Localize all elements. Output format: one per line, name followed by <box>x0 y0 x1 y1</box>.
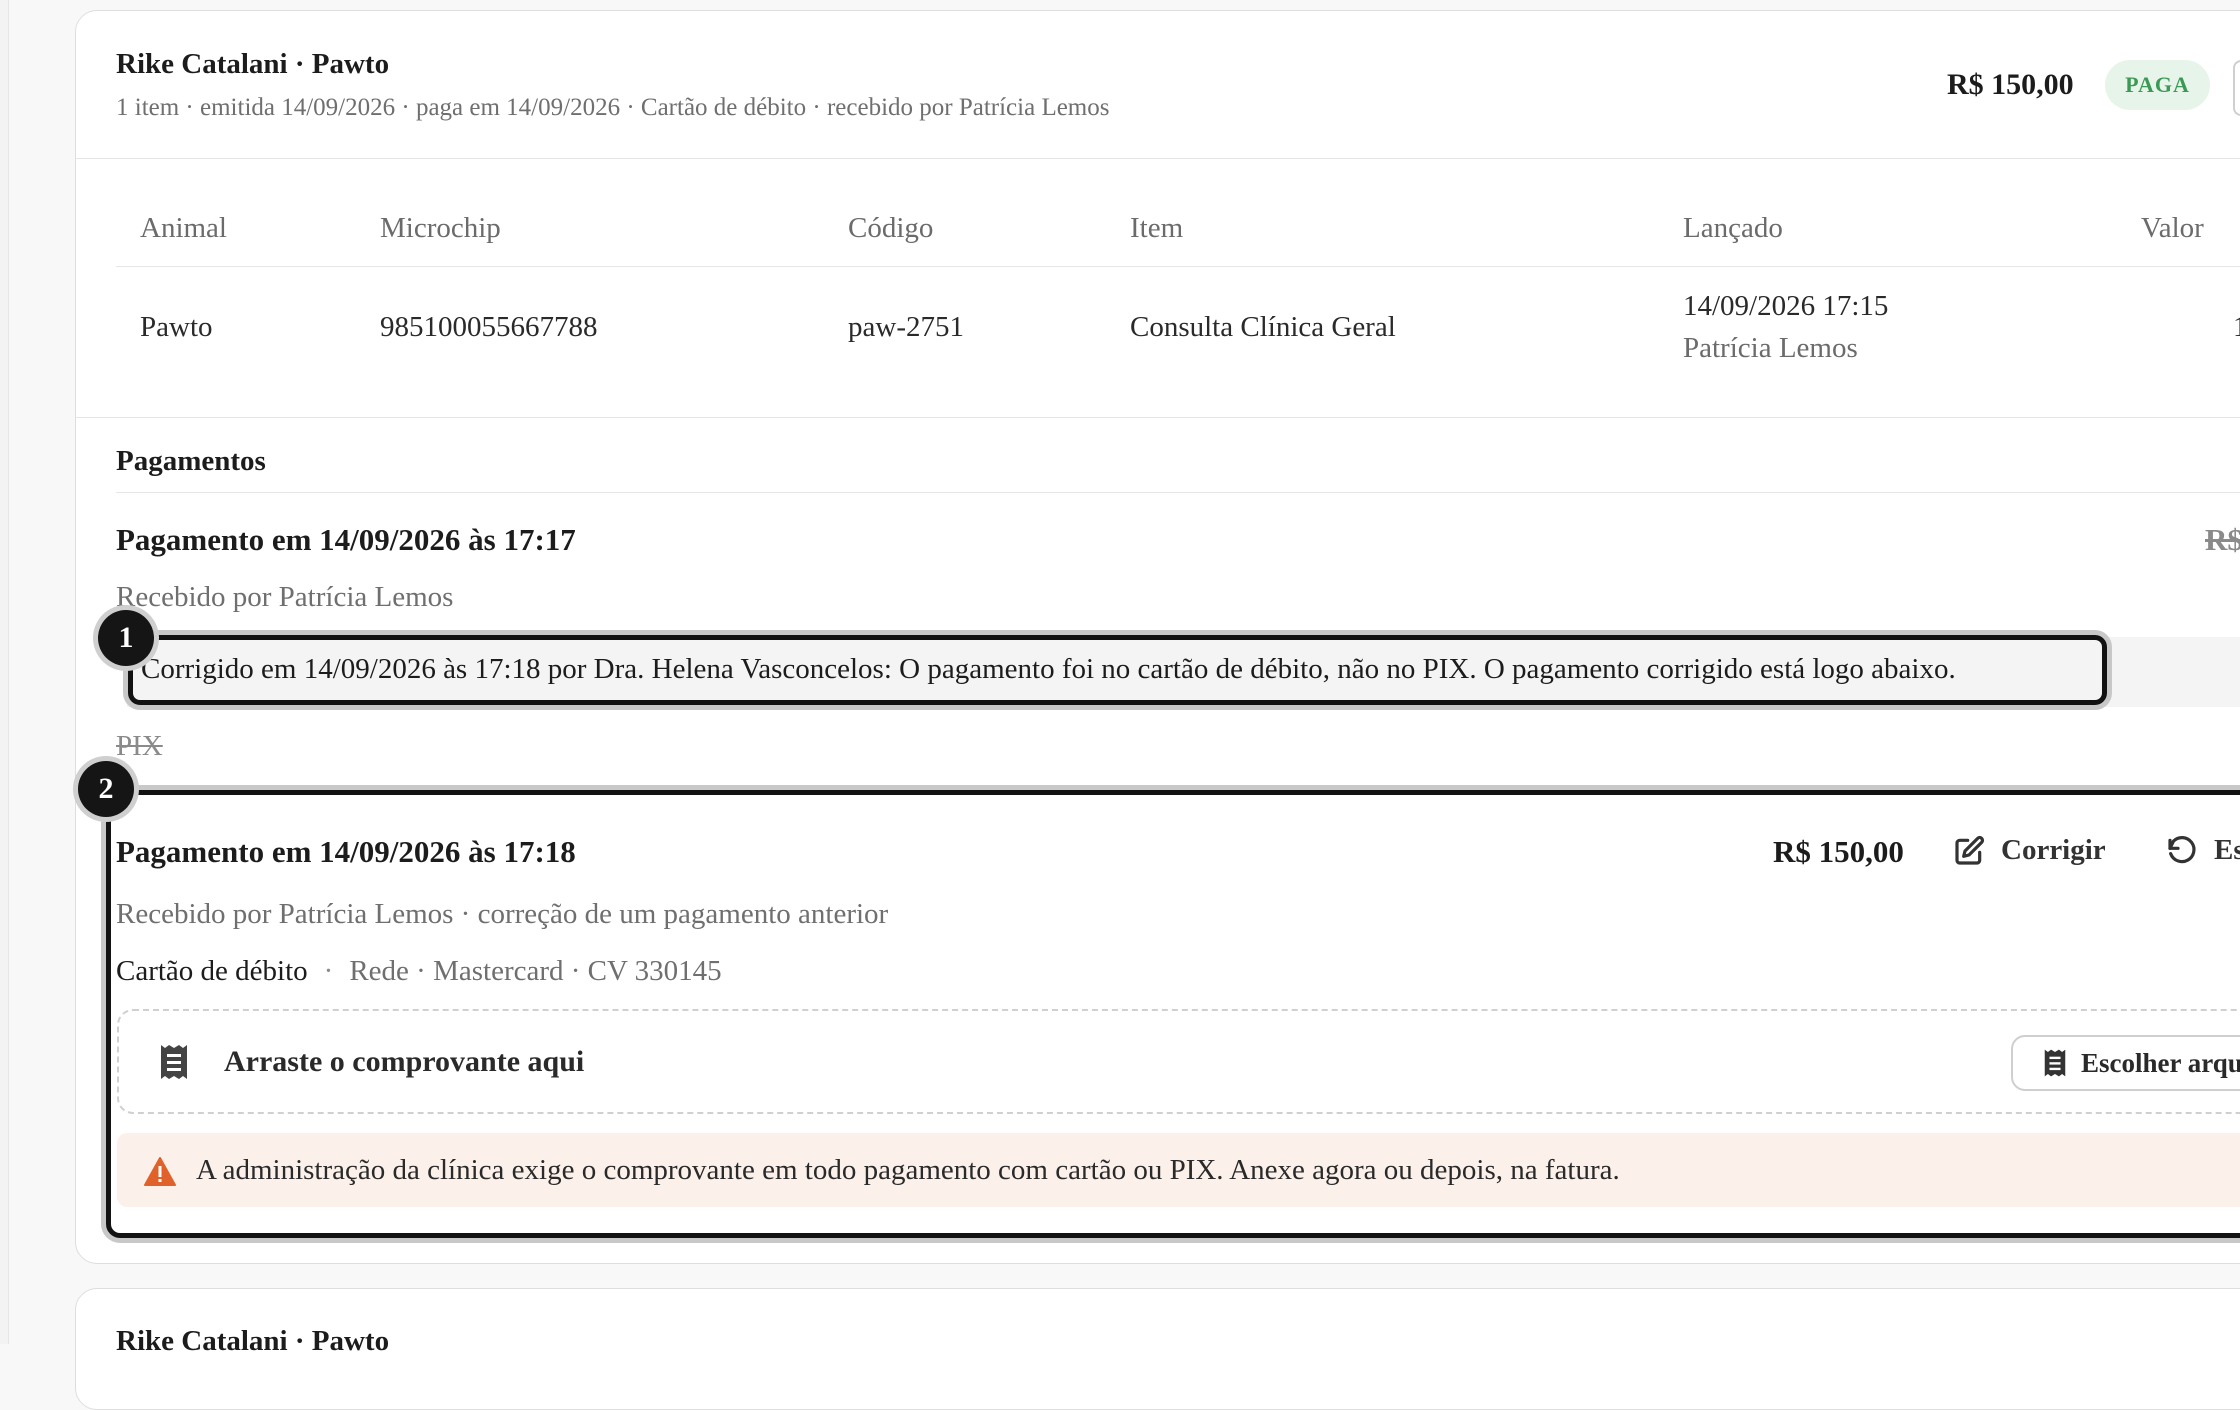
payments-title: Pagamentos <box>116 445 266 477</box>
highlight-marker-2: 2 <box>78 761 134 817</box>
cell-lancado-by: Patrícia Lemos <box>1683 332 1858 364</box>
col-header-codigo: Código <box>848 212 934 244</box>
cell-codigo: paw-2751 <box>848 311 964 343</box>
next-invoice-card <box>75 1288 2240 1410</box>
cell-valor: 1 <box>2233 311 2240 344</box>
cell-item: Consulta Clínica Geral <box>1130 311 1396 343</box>
original-payment-received-by: Recebido por Patrícia Lemos <box>116 581 454 613</box>
highlight-box-1 <box>128 635 2107 705</box>
invoice-title: Rike Catalani · Pawto <box>116 48 390 80</box>
highlight-marker-1: 1 <box>98 610 154 666</box>
col-header-valor: Valor <box>2141 212 2204 244</box>
col-header-animal: Animal <box>140 212 227 244</box>
highlight-box-2 <box>106 790 2240 1238</box>
cell-animal: Pawto <box>140 311 213 343</box>
cell-lancado-date: 14/09/2026 17:15 <box>1683 290 1889 322</box>
original-payment-method: PIX <box>116 730 163 762</box>
cell-microchip: 985100055667788 <box>380 311 598 343</box>
col-header-microchip: Microchip <box>380 212 501 244</box>
table-header-divider <box>116 266 2240 267</box>
left-panel-edge <box>0 0 9 1344</box>
col-header-item: Item <box>1130 212 1184 244</box>
original-payment-title: Pagamento em 14/09/2026 às 17:17 <box>116 522 576 557</box>
table-bottom-divider <box>76 417 2240 418</box>
status-badge: PAGA <box>2105 60 2210 110</box>
col-header-lancado: Lançado <box>1683 212 1783 244</box>
payments-divider <box>116 492 2240 493</box>
invoice-subtitle: 1 item · emitida 14/09/2026 · paga em 14… <box>116 94 1110 121</box>
header-divider <box>76 158 2240 159</box>
original-payment-amount: R$ <box>2205 522 2240 557</box>
header-action-button[interactable] <box>2233 60 2240 116</box>
invoice-total: R$ 150,00 <box>1947 68 2074 101</box>
next-invoice-title: Rike Catalani · Pawto <box>116 1325 390 1357</box>
